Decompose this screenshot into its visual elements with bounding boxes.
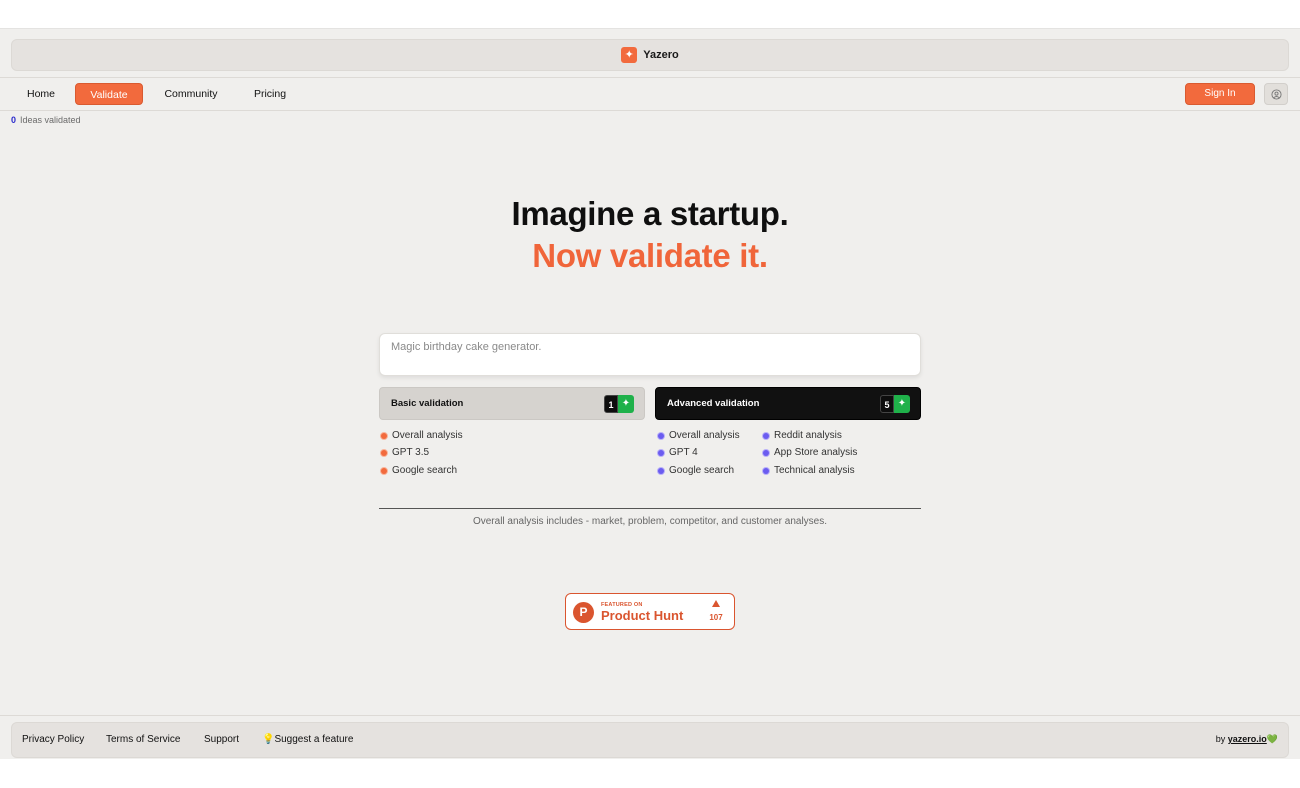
product-hunt-logo-icon: P	[573, 602, 594, 623]
byline: by yazero.io💚	[1216, 734, 1278, 745]
support-link[interactable]: Support	[204, 734, 239, 745]
nav-home[interactable]: Home	[21, 83, 61, 105]
list-item: Google search	[381, 465, 457, 476]
terms-link[interactable]: Terms of Service	[106, 734, 180, 745]
ideas-count-label: Ideas validated	[20, 115, 81, 125]
idea-input[interactable]	[379, 333, 921, 376]
bullet-icon	[763, 432, 769, 439]
list-item: Reddit analysis	[763, 430, 842, 441]
list-item: GPT 3.5	[381, 447, 429, 458]
feature-label: Google search	[669, 465, 735, 476]
feature-label: Overall analysis	[669, 430, 740, 441]
green-heart-icon: 💚	[1266, 734, 1278, 744]
product-hunt-badge[interactable]: P FEATURED ON Product Hunt 107	[565, 593, 735, 630]
brand-bar: ✦ Yazero	[11, 39, 1289, 71]
bullet-icon	[763, 467, 769, 474]
credit-badge: 1 ✦	[604, 395, 634, 413]
bullet-icon	[658, 467, 664, 474]
section-divider	[379, 508, 921, 509]
nav-divider-bottom	[0, 110, 1300, 111]
yazero-link[interactable]: yazero.io	[1228, 734, 1267, 744]
bullet-icon	[658, 449, 664, 456]
brand-name: Yazero	[643, 49, 679, 61]
feature-label: GPT 4	[669, 447, 698, 458]
bullet-icon	[381, 432, 387, 439]
sign-in-button[interactable]: Sign In	[1185, 83, 1255, 105]
nav-divider-top	[0, 77, 1300, 78]
feature-label: Google search	[392, 465, 458, 476]
analysis-note: Overall analysis includes - market, prob…	[472, 516, 828, 527]
main-nav: Home Validate Community Pricing Sign In	[0, 82, 1300, 106]
credit-count: 5	[880, 395, 894, 413]
product-hunt-title: Product Hunt	[601, 608, 684, 623]
spark-icon: ✦	[618, 395, 634, 413]
app-container: ✦ Yazero Home Validate Community Pricing…	[0, 29, 1300, 759]
privacy-policy-link[interactable]: Privacy Policy	[22, 734, 84, 745]
nav-pricing[interactable]: Pricing	[249, 83, 291, 105]
ideas-counter: 0 Ideas validated	[11, 115, 81, 125]
bullet-icon	[763, 449, 769, 456]
list-item: Technical analysis	[763, 465, 855, 476]
spark-icon: ✦	[621, 47, 638, 63]
spark-icon: ✦	[894, 395, 910, 413]
basic-validation-button[interactable]: Basic validation 1 ✦	[379, 387, 645, 420]
hero-subtitle: Now validate it.	[532, 237, 768, 274]
basic-validation-label: Basic validation	[391, 398, 464, 409]
ideas-count: 0	[11, 115, 17, 125]
bullet-icon	[381, 467, 387, 474]
feature-label: Reddit analysis	[774, 430, 842, 441]
list-item: Overall analysis	[381, 430, 463, 441]
nav-community[interactable]: Community	[160, 83, 222, 105]
footer: Privacy Policy Terms of Service Support …	[11, 722, 1289, 758]
upvote-count: 107	[709, 613, 723, 622]
advanced-validation-button[interactable]: Advanced validation 5 ✦	[655, 387, 921, 420]
list-item: Overall analysis	[658, 430, 740, 441]
advanced-validation-label: Advanced validation	[667, 398, 760, 409]
credit-badge: 5 ✦	[880, 395, 910, 413]
list-item: Google search	[658, 465, 734, 476]
by-label: by	[1215, 734, 1226, 744]
nav-validate[interactable]: Validate	[75, 83, 143, 105]
feature-label: GPT 3.5	[392, 447, 430, 458]
list-item: App Store analysis	[763, 447, 857, 458]
credit-count: 1	[604, 395, 618, 413]
feature-label: App Store analysis	[774, 447, 858, 458]
hero-title: Imagine a startup.	[511, 195, 789, 232]
suggest-feature-link[interactable]: 💡Suggest a feature	[262, 734, 353, 745]
upvote-arrow-icon	[712, 600, 720, 607]
feature-label: Overall analysis	[392, 430, 463, 441]
user-circle-icon[interactable]	[1264, 83, 1288, 105]
bullet-icon	[658, 432, 664, 439]
footer-divider	[0, 715, 1300, 716]
feature-label: Technical analysis	[774, 465, 855, 476]
list-item: GPT 4	[658, 447, 698, 458]
bullet-icon	[381, 449, 387, 456]
